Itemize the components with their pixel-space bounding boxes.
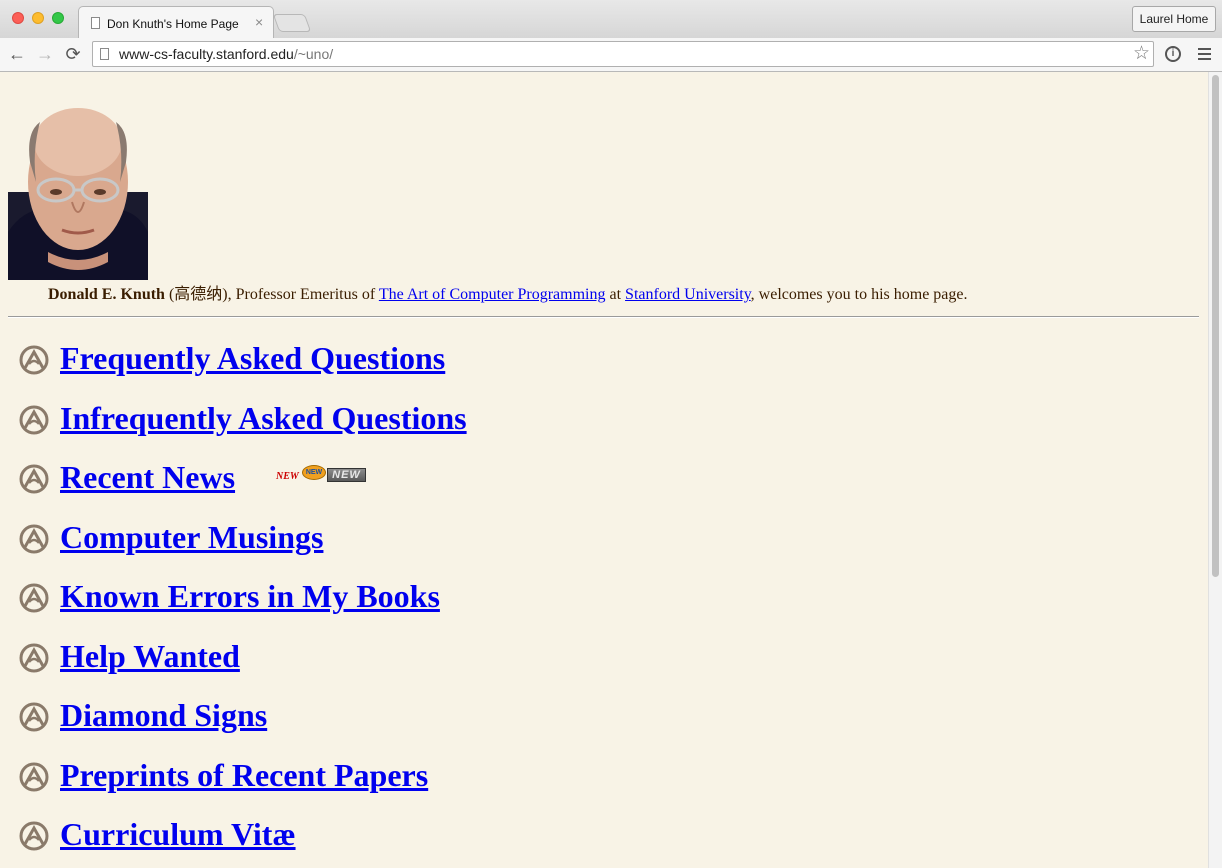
knuth-bullet-icon <box>19 762 49 792</box>
url-host: www-cs-faculty.stanford.edu <box>119 46 294 62</box>
new-badge-orange: NEW <box>302 465 326 480</box>
knuth-bullet-icon <box>19 345 49 375</box>
help-wanted-link[interactable]: Help Wanted <box>60 634 240 678</box>
curriculum-vitae-link[interactable]: Curriculum Vitæ <box>60 812 296 856</box>
faq-link[interactable]: Frequently Asked Questions <box>60 336 445 380</box>
profile-button[interactable]: Laurel Home <box>1132 6 1216 32</box>
url-text[interactable]: www-cs-faculty.stanford.edu/~uno/ <box>119 46 333 62</box>
page-viewport: Donald E. Knuth (高德纳), Professor Emeritu… <box>0 72 1208 868</box>
browser-tab[interactable]: Don Knuth's Home Page × <box>78 6 274 38</box>
stanford-link[interactable]: Stanford University <box>625 286 751 303</box>
hamburger-menu-icon[interactable] <box>1198 48 1211 63</box>
intro-text: Donald E. Knuth (高德纳), Professor Emeritu… <box>48 280 968 304</box>
knuth-bullet-icon <box>19 464 49 494</box>
reload-icon[interactable]: ⟳ <box>63 43 83 65</box>
chinese-name: 高德纳 <box>174 286 223 303</box>
author-name: Donald E. Knuth <box>48 286 165 303</box>
knuth-bullet-icon <box>19 405 49 435</box>
knuth-bullet-icon <box>19 524 49 554</box>
computer-musings-link[interactable]: Computer Musings <box>60 515 323 559</box>
horizontal-divider <box>8 316 1199 318</box>
zoom-window-button[interactable] <box>52 12 64 24</box>
diamond-signs-link[interactable]: Diamond Signs <box>60 693 267 737</box>
knuth-bullet-icon <box>19 702 49 732</box>
forward-arrow-icon[interactable]: → <box>35 43 55 65</box>
new-badge-gray: NEW <box>327 468 366 482</box>
tab-title: Don Knuth's Home Page <box>107 17 239 31</box>
page-icon <box>100 48 109 60</box>
info-icon[interactable]: i <box>1165 46 1181 62</box>
knuth-bullet-icon <box>19 643 49 673</box>
taocp-link[interactable]: The Art of Computer Programming <box>379 286 606 303</box>
infrequent-faq-link[interactable]: Infrequently Asked Questions <box>60 396 467 440</box>
new-badge-red: NEW <box>276 471 299 482</box>
minimize-window-button[interactable] <box>32 12 44 24</box>
intro-paren: ( <box>164 286 175 303</box>
close-window-button[interactable] <box>12 12 24 24</box>
back-arrow-icon[interactable]: ← <box>7 43 27 65</box>
url-path: /~uno/ <box>293 46 334 62</box>
address-bar[interactable]: www-cs-faculty.stanford.edu/~uno/ ☆ <box>92 41 1154 67</box>
page-favicon-icon <box>91 17 100 29</box>
known-errors-link[interactable]: Known Errors in My Books <box>60 574 440 618</box>
new-tab-button[interactable] <box>272 14 312 32</box>
tab-close-icon[interactable]: × <box>255 15 263 29</box>
intro-tail: , welcomes you to his home page. <box>750 286 968 303</box>
intro-at: at <box>605 286 626 303</box>
browser-toolbar: ← → ⟳ www-cs-faculty.stanford.edu/~uno/ … <box>0 38 1222 72</box>
knuth-portrait-photo <box>8 92 148 280</box>
recent-news-link[interactable]: Recent News <box>60 455 235 499</box>
preprints-link[interactable]: Preprints of Recent Papers <box>60 753 428 797</box>
intro-role: ), Professor Emeritus of <box>222 286 379 303</box>
knuth-bullet-icon <box>19 821 49 851</box>
scrollbar-thumb[interactable] <box>1212 75 1219 577</box>
bookmark-star-icon[interactable]: ☆ <box>1133 43 1150 65</box>
vertical-scrollbar[interactable] <box>1208 72 1222 868</box>
window-titlebar: Don Knuth's Home Page × Laurel Home <box>0 0 1222 38</box>
knuth-bullet-icon <box>19 583 49 613</box>
